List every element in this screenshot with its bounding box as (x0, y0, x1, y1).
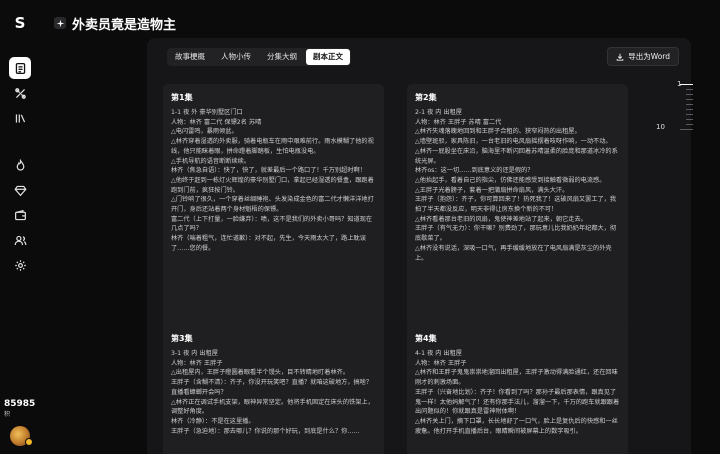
scrubber-tick-active[interactable] (680, 84, 693, 85)
tab-synopsis[interactable]: 故事梗概 (168, 49, 212, 65)
flame-icon (16, 158, 24, 170)
episode-title: 第3集 (171, 334, 193, 343)
gear-icon (14, 259, 26, 271)
episode-card-1[interactable]: 第1集 1-1 夜 外 豪华别墅区门口 人物：林齐 富二代 保镖2名 苏晴 △电闪雷… (163, 84, 384, 342)
credits-value: 85985 (4, 399, 36, 409)
episode-scrubber[interactable]: 1 10 (656, 80, 695, 140)
scrubber-tick[interactable] (686, 104, 693, 105)
episode-title: 第1集 (171, 93, 193, 102)
tab-bar: 故事梗概 人物小传 分集大纲 剧本正文 (167, 48, 351, 66)
episode-body: 3-1 夜 内 出租屋 人物：林齐 王胖子 △出租屋内，王胖子瞪圆着眼看半个馒头，目… (171, 350, 374, 435)
settings-nav-button[interactable] (9, 254, 31, 276)
document-icon (15, 62, 25, 74)
credits-unit: 积 (4, 411, 11, 418)
tab-episode-outline[interactable]: 分集大纲 (260, 49, 304, 65)
script-panel: 故事梗概 人物小传 分集大纲 剧本正文 导出为Word 第1集 1-1 夜 外 … (147, 38, 691, 454)
team-nav-button[interactable] (9, 229, 31, 251)
scrubber-tick[interactable] (686, 99, 693, 100)
episode-card-2[interactable]: 第2集 2-1 夜 内 出租屋 人物：林齐 王胖子 苏晴 富二代 △林齐失魂落魄地回… (407, 84, 628, 342)
episode-card-4[interactable]: 第4集 4-1 夜 内 出租屋 人物：林齐 王胖子 △林齐和王胖子鬼鬼祟祟地溜回出租… (407, 325, 628, 454)
wallet-nav-button[interactable] (9, 204, 31, 226)
tab-characters[interactable]: 人物小传 (214, 49, 258, 65)
export-word-label: 导出为Word (628, 52, 670, 61)
page-title: 外卖员竟是造物主 (72, 18, 177, 33)
vip-nav-button[interactable] (9, 179, 31, 201)
wallet-icon (14, 209, 26, 220)
episode-body: 1-1 夜 外 豪华别墅区门口 人物：林齐 富二代 保镖2名 苏晴 △电闪雷鸣，暴雨… (171, 109, 374, 252)
app-logo[interactable]: S (11, 14, 29, 32)
sparkle-icon (54, 17, 66, 29)
scrubber-tick[interactable] (686, 119, 693, 120)
scrubber-tick[interactable] (686, 114, 693, 115)
left-rail: S 85985 积 (0, 0, 40, 454)
scrubber-tick[interactable] (686, 94, 693, 95)
diamond-icon (13, 185, 27, 196)
download-icon (616, 53, 624, 61)
script-nav-button[interactable] (9, 57, 31, 79)
avatar-badge (25, 438, 33, 446)
scrubber-tick[interactable] (686, 109, 693, 110)
episode-body: 4-1 夜 内 出租屋 人物：林齐 王胖子 △林齐和王胖子鬼鬼祟祟地溜回出租屋，王胖… (415, 350, 620, 435)
tab-script-text[interactable]: 剧本正文 (306, 49, 350, 65)
export-word-button[interactable]: 导出为Word (607, 47, 679, 66)
hot-nav-button[interactable] (9, 154, 31, 176)
scrubber-end-label: 10 (656, 123, 665, 131)
tools-icon (14, 87, 26, 99)
episode-card-3[interactable]: 第3集 3-1 夜 内 出租屋 人物：林齐 王胖子 △出租屋内，王胖子瞪圆着眼看半个… (163, 325, 384, 454)
scrubber-tick[interactable] (686, 89, 693, 90)
scrubber-tick[interactable] (680, 129, 693, 130)
tools-nav-button[interactable] (9, 82, 31, 104)
library-nav-button[interactable] (9, 107, 31, 129)
library-icon (15, 113, 25, 123)
users-icon (14, 235, 26, 245)
scrubber-tick[interactable] (686, 124, 693, 125)
credits-balance: 85985 积 (4, 399, 40, 419)
episode-body: 2-1 夜 内 出租屋 人物：林齐 王胖子 苏晴 富二代 △林齐失魂落魄地回到和王胖… (415, 109, 618, 262)
episode-title: 第2集 (415, 93, 437, 102)
episode-title: 第4集 (415, 334, 437, 343)
